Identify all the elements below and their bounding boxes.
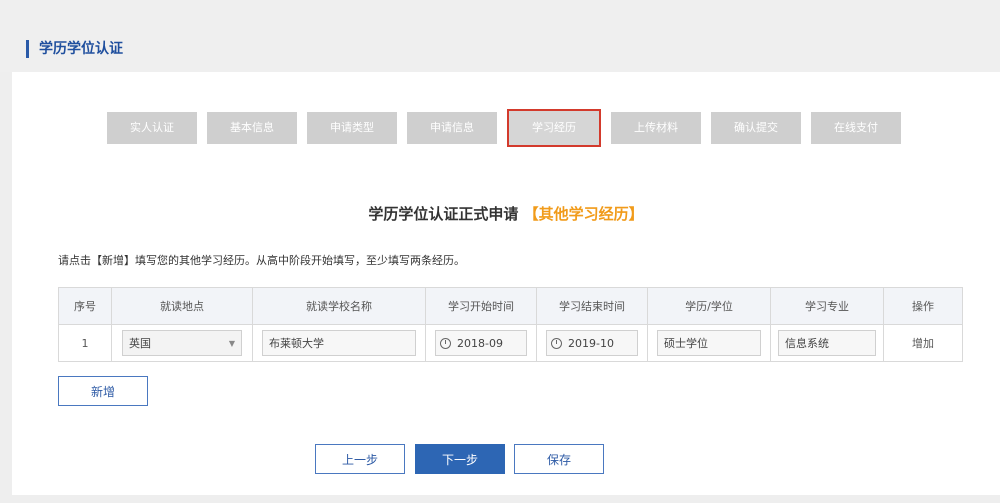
step-online-payment[interactable]: 在线支付 xyxy=(811,112,901,144)
col-header-index: 序号 xyxy=(58,287,112,325)
degree-cell: 硕士学位 xyxy=(647,324,771,362)
end-date-value: 2019-10 xyxy=(568,337,614,350)
save-button[interactable]: 保存 xyxy=(514,444,604,474)
table-header-row: 序号 就读地点 就读学校名称 学习开始时间 学习结束时间 学历/学位 学习专业 … xyxy=(58,287,963,325)
clock-icon xyxy=(551,337,562,349)
col-header-degree: 学历/学位 xyxy=(647,287,771,325)
step-basic-info[interactable]: 基本信息 xyxy=(207,112,297,144)
major-cell: 信息系统 xyxy=(770,324,884,362)
end-cell: 2019-10 xyxy=(536,324,648,362)
step-confirm-submit[interactable]: 确认提交 xyxy=(711,112,801,144)
step-nav: 实人认证 基本信息 申请类型 申请信息 学习经历 上传材料 确认提交 在线支付 xyxy=(107,109,901,147)
form-title-main: 学历学位认证正式申请 xyxy=(368,205,519,223)
location-value: 英国 xyxy=(129,337,151,350)
degree-input[interactable]: 硕士学位 xyxy=(657,330,761,356)
form-title: 学历学位认证正式申请 【其他学习经历】 xyxy=(12,203,1000,224)
start-cell: 2018-09 xyxy=(425,324,537,362)
start-date-input[interactable]: 2018-09 xyxy=(435,330,527,356)
main-panel: 实人认证 基本信息 申请类型 申请信息 学习经历 上传材料 确认提交 在线支付 … xyxy=(12,72,1000,495)
table-row: 1 英国 ▼ 布莱顿大学 2018-09 2019-10 硕士学位 信息系统 增… xyxy=(58,324,963,362)
instruction-text: 请点击【新增】填写您的其他学习经历。从高中阶段开始填写，至少填写两条经历。 xyxy=(58,254,465,267)
clock-icon xyxy=(440,337,451,349)
col-header-school: 就读学校名称 xyxy=(252,287,426,325)
col-header-start: 学习开始时间 xyxy=(425,287,537,325)
step-application-info[interactable]: 申请信息 xyxy=(407,112,497,144)
step-application-type[interactable]: 申请类型 xyxy=(307,112,397,144)
step-study-history[interactable]: 学习经历 xyxy=(507,109,601,147)
col-header-location: 就读地点 xyxy=(111,287,253,325)
col-header-end: 学习结束时间 xyxy=(536,287,648,325)
next-step-button[interactable]: 下一步 xyxy=(415,444,505,474)
col-header-action: 操作 xyxy=(883,287,963,325)
prev-step-button[interactable]: 上一步 xyxy=(315,444,405,474)
major-input[interactable]: 信息系统 xyxy=(778,330,876,356)
school-input[interactable]: 布莱顿大学 xyxy=(262,330,416,356)
header-bar xyxy=(0,0,1000,72)
form-title-sub: 【其他学习经历】 xyxy=(523,205,644,223)
location-select[interactable]: 英国 ▼ xyxy=(122,330,242,356)
location-cell: 英国 ▼ xyxy=(111,324,253,362)
school-cell: 布莱顿大学 xyxy=(252,324,426,362)
add-button[interactable]: 新增 xyxy=(58,376,148,406)
add-row-link[interactable]: 增加 xyxy=(883,324,963,362)
step-upload-materials[interactable]: 上传材料 xyxy=(611,112,701,144)
page-title: 学历学位认证 xyxy=(26,40,123,58)
col-header-major: 学习专业 xyxy=(770,287,884,325)
chevron-down-icon: ▼ xyxy=(228,339,235,348)
row-index: 1 xyxy=(58,324,112,362)
step-real-name-auth[interactable]: 实人认证 xyxy=(107,112,197,144)
end-date-input[interactable]: 2019-10 xyxy=(546,330,638,356)
study-history-table: 序号 就读地点 就读学校名称 学习开始时间 学习结束时间 学历/学位 学习专业 … xyxy=(58,287,963,362)
start-date-value: 2018-09 xyxy=(457,337,503,350)
